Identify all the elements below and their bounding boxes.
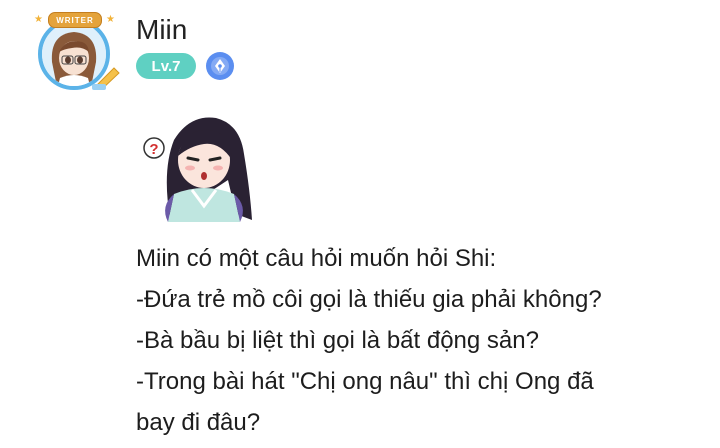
star-icon: ★ xyxy=(106,14,115,25)
writer-badge: WRITER xyxy=(48,12,102,28)
message-line: bay đi đâu? xyxy=(136,409,261,436)
star-icon: ★ xyxy=(34,14,43,25)
message-line: Miin có một câu hỏi muốn hỏi Shi: xyxy=(136,245,497,272)
author-avatar[interactable]: WRITER ★ ★ xyxy=(30,12,122,92)
message-line: -Trong bài hát "Chị ong nâu" thì chị Ong… xyxy=(136,368,594,395)
post-message: Miin có một câu hỏi muốn hỏi Shi: -Đứa t… xyxy=(136,238,696,443)
message-line: -Đứa trẻ mồ côi gọi là thiếu gia phải kh… xyxy=(136,286,602,313)
author-name[interactable]: Miin xyxy=(136,12,187,48)
pen-nib-icon xyxy=(206,52,234,80)
quill-pen-icon xyxy=(92,67,120,90)
level-badge: Lv.7 xyxy=(136,53,196,79)
svg-text:?: ? xyxy=(149,141,158,158)
message-line: -Bà bầu bị liệt thì gọi là bất động sản? xyxy=(136,327,539,354)
confused-anime-girl-sticker: ? xyxy=(143,117,252,222)
